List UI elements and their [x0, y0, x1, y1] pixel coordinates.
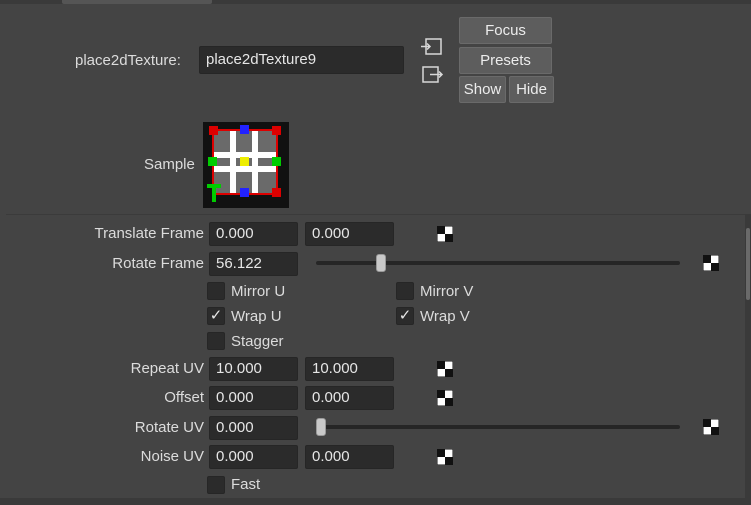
fast-checkbox[interactable] — [207, 476, 225, 494]
checker-map-icon — [702, 418, 720, 436]
input-connections-icon[interactable] — [420, 35, 444, 59]
repeat-uv-v-field[interactable]: 10.000 — [305, 357, 394, 381]
mirror-v-label: Mirror V — [420, 283, 474, 300]
repeat-uv-map-button[interactable] — [436, 360, 454, 381]
sample-label: Sample — [144, 156, 195, 173]
offset-v-field[interactable]: 0.000 — [305, 386, 394, 410]
rotate-frame-field[interactable]: 56.122 — [209, 252, 298, 276]
hide-button[interactable]: Hide — [509, 76, 554, 103]
noise-uv-u-field[interactable]: 0.000 — [209, 445, 298, 469]
wrap-u-label: Wrap U — [231, 308, 282, 325]
stagger-checkbox[interactable] — [207, 332, 225, 350]
offset-map-button[interactable] — [436, 389, 454, 410]
rotate-uv-map-button[interactable] — [702, 418, 720, 439]
stagger-label: Stagger — [231, 333, 284, 350]
rotate-frame-slider-track[interactable] — [316, 261, 680, 265]
rotate-uv-field[interactable]: 0.000 — [209, 416, 298, 440]
wrap-v-label: Wrap V — [420, 308, 470, 325]
noise-uv-map-button[interactable] — [436, 448, 454, 469]
scrollbar-thumb[interactable] — [746, 228, 750, 300]
translate-frame-v-field[interactable]: 0.000 — [305, 222, 394, 246]
presets-button[interactable]: Presets — [459, 47, 552, 74]
repeat-uv-label: Repeat UV — [130, 360, 204, 377]
offset-u-field[interactable]: 0.000 — [209, 386, 298, 410]
bottom-section-header[interactable] — [0, 498, 751, 505]
translate-frame-map-button[interactable] — [436, 225, 454, 246]
uv-placement-icon — [203, 122, 289, 208]
mirror-u-label: Mirror U — [231, 283, 286, 300]
repeat-uv-u-field[interactable]: 10.000 — [209, 357, 298, 381]
fast-label: Fast — [231, 476, 261, 493]
checker-map-icon — [436, 225, 454, 243]
checker-map-icon — [436, 360, 454, 378]
checker-map-icon — [702, 254, 720, 272]
checker-map-icon — [436, 448, 454, 466]
mirror-u-checkbox[interactable] — [207, 282, 225, 300]
node-type-label: place2dTexture: — [75, 52, 181, 69]
rotate-uv-slider-track[interactable] — [316, 425, 680, 429]
noise-uv-label: Noise UV — [140, 448, 204, 465]
show-button[interactable]: Show — [459, 76, 506, 103]
noise-uv-v-field[interactable]: 0.000 — [305, 445, 394, 469]
checker-map-icon — [436, 389, 454, 407]
rotate-uv-label: Rotate UV — [134, 419, 204, 436]
translate-frame-label: Translate Frame — [94, 225, 204, 242]
offset-label: Offset — [164, 389, 204, 406]
mirror-v-checkbox[interactable] — [396, 282, 414, 300]
translate-frame-u-field[interactable]: 0.000 — [209, 222, 298, 246]
rotate-frame-map-button[interactable] — [702, 254, 720, 275]
rotate-frame-label: Rotate Frame — [112, 255, 204, 272]
attribute-tab[interactable] — [62, 0, 212, 4]
node-name-field[interactable]: place2dTexture9 — [199, 46, 404, 74]
focus-button[interactable]: Focus — [459, 17, 552, 44]
rotate-uv-slider-handle[interactable] — [316, 418, 326, 436]
wrap-v-checkbox[interactable]: ✓ — [396, 307, 414, 325]
rotate-frame-slider-handle[interactable] — [376, 254, 387, 272]
sample-swatch — [203, 122, 289, 208]
output-connections-icon[interactable] — [420, 63, 444, 87]
wrap-u-checkbox[interactable]: ✓ — [207, 307, 225, 325]
